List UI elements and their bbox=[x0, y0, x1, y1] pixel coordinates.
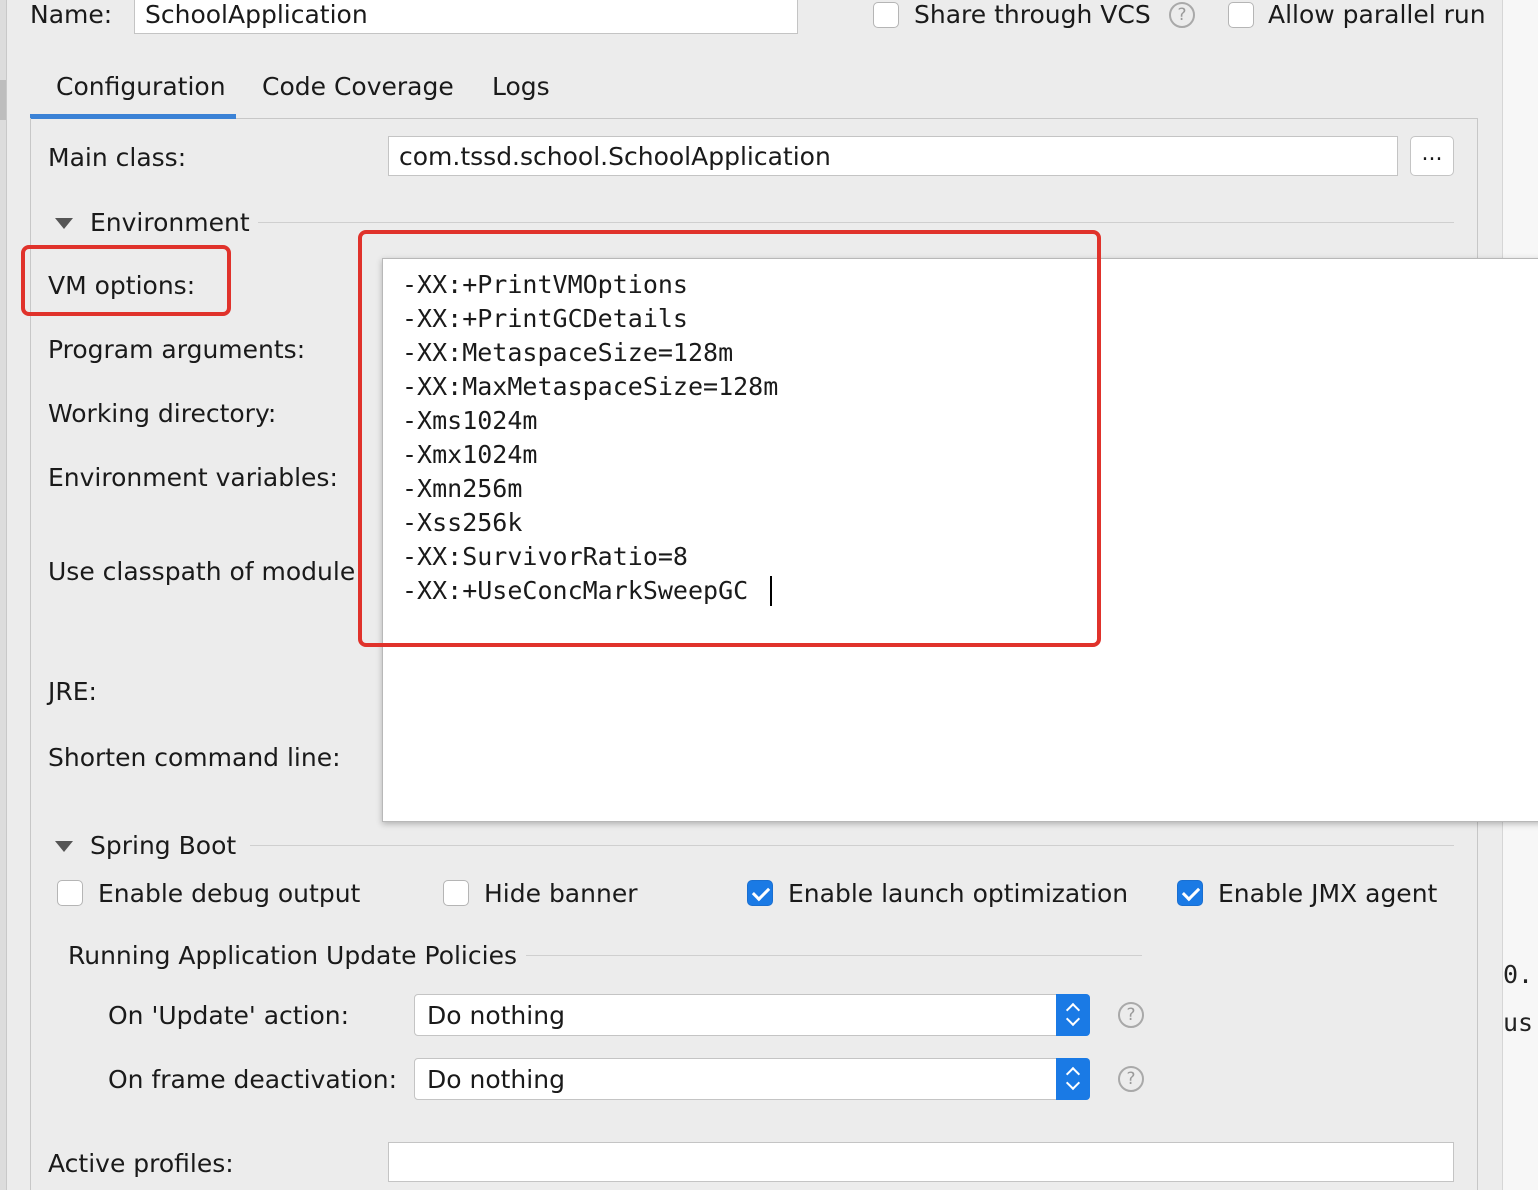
hide-banner-label: Hide banner bbox=[484, 879, 638, 908]
active-profiles-label: Active profiles: bbox=[48, 1149, 234, 1178]
main-class-browse-button[interactable]: ... bbox=[1410, 136, 1454, 176]
environment-collapse-icon[interactable] bbox=[55, 218, 73, 229]
enable-debug-output-checkbox[interactable] bbox=[57, 880, 83, 906]
tab-logs[interactable]: Logs bbox=[492, 72, 550, 101]
dropdown-arrows-icon bbox=[1056, 994, 1090, 1036]
background-code-line-2: us bbox=[1503, 1008, 1534, 1037]
tab-configuration[interactable]: Configuration bbox=[56, 72, 226, 101]
main-class-field[interactable]: com.tssd.school.SchoolApplication bbox=[388, 136, 1398, 176]
use-classpath-label: Use classpath of module: bbox=[48, 557, 364, 586]
on-update-action-value: Do nothing bbox=[427, 1000, 565, 1030]
jre-label: JRE: bbox=[48, 677, 97, 706]
on-update-action-dropdown[interactable]: Do nothing bbox=[414, 994, 1090, 1036]
working-directory-label: Working directory: bbox=[48, 399, 277, 428]
share-vcs-label: Share through VCS bbox=[914, 0, 1151, 29]
dropdown-arrows-icon bbox=[1056, 1058, 1090, 1100]
name-label: Name: bbox=[30, 0, 113, 29]
hide-banner-checkbox[interactable] bbox=[443, 880, 469, 906]
allow-parallel-checkbox[interactable] bbox=[1228, 2, 1254, 28]
vm-options-label-highlight bbox=[21, 245, 231, 316]
tab-strip-divider bbox=[30, 118, 1478, 119]
on-update-help-icon[interactable]: ? bbox=[1118, 1002, 1144, 1028]
on-frame-deactivation-value: Do nothing bbox=[427, 1064, 565, 1094]
on-update-action-label: On 'Update' action: bbox=[108, 1001, 350, 1030]
on-frame-deactivation-dropdown[interactable]: Do nothing bbox=[414, 1058, 1090, 1100]
main-class-label: Main class: bbox=[48, 143, 187, 172]
tab-code-coverage[interactable]: Code Coverage bbox=[262, 72, 454, 101]
enable-launch-optimization-checkbox[interactable] bbox=[747, 880, 773, 906]
on-frame-help-icon[interactable]: ? bbox=[1118, 1066, 1144, 1092]
enable-jmx-agent-checkbox[interactable] bbox=[1177, 880, 1203, 906]
share-vcs-help-icon[interactable]: ? bbox=[1169, 2, 1195, 28]
spring-boot-separator bbox=[250, 845, 1454, 846]
active-tab-indicator bbox=[30, 114, 236, 119]
update-policies-title: Running Application Update Policies bbox=[68, 941, 517, 970]
environment-variables-label: Environment variables: bbox=[48, 463, 338, 492]
vm-options-editor-highlight bbox=[358, 230, 1101, 647]
allow-parallel-label: Allow parallel run bbox=[1268, 0, 1486, 29]
spring-boot-collapse-icon[interactable] bbox=[55, 841, 73, 852]
spring-boot-section-title: Spring Boot bbox=[90, 831, 237, 860]
window-left-edge bbox=[0, 0, 7, 1190]
environment-separator bbox=[258, 222, 1454, 223]
enable-debug-output-label: Enable debug output bbox=[98, 879, 361, 908]
shorten-command-line-label: Shorten command line: bbox=[48, 743, 341, 772]
environment-section-title: Environment bbox=[90, 208, 250, 237]
update-policies-separator bbox=[526, 955, 1142, 956]
program-arguments-label: Program arguments: bbox=[48, 335, 306, 364]
enable-jmx-agent-label: Enable JMX agent bbox=[1218, 879, 1438, 908]
window-left-notch bbox=[0, 80, 6, 120]
share-vcs-checkbox[interactable] bbox=[873, 2, 899, 28]
background-code-line-1: 0. bbox=[1503, 960, 1534, 989]
on-frame-deactivation-label: On frame deactivation: bbox=[108, 1065, 398, 1094]
name-field[interactable]: SchoolApplication bbox=[134, 0, 798, 34]
enable-launch-optimization-label: Enable launch optimization bbox=[788, 879, 1129, 908]
active-profiles-field[interactable] bbox=[388, 1142, 1454, 1182]
